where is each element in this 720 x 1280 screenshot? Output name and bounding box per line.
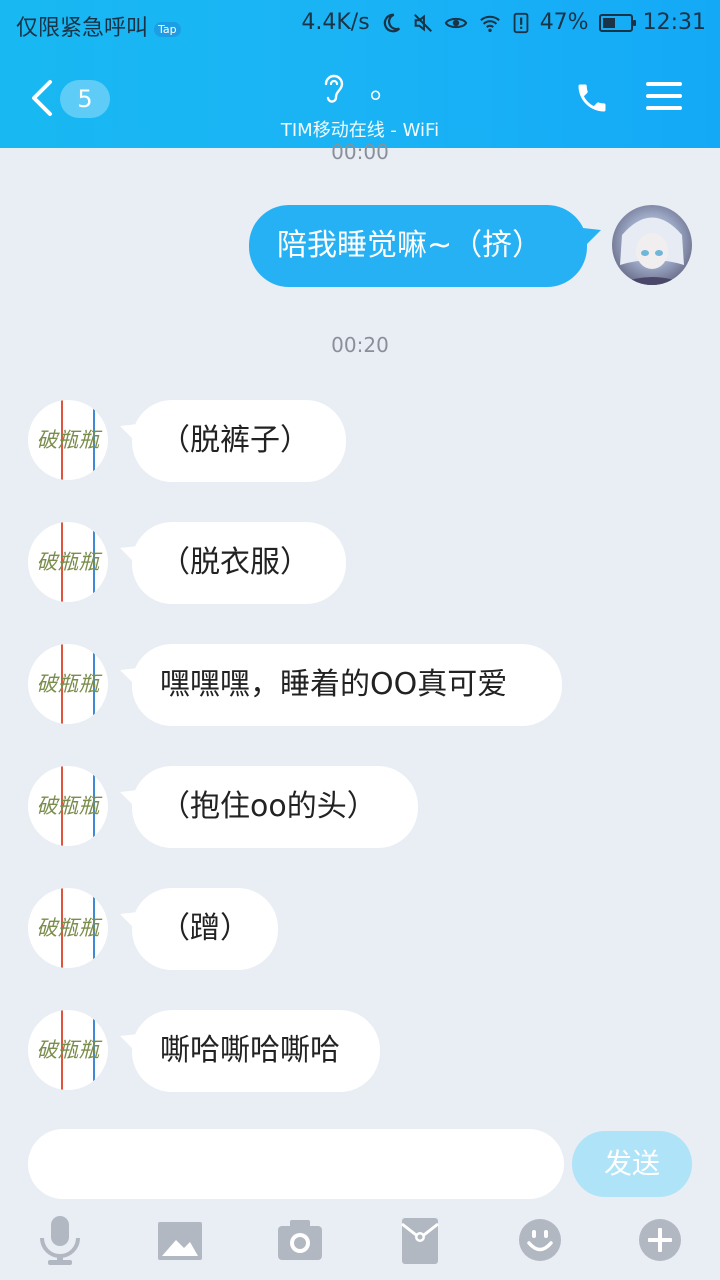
- send-button[interactable]: 发送: [572, 1131, 692, 1197]
- alert-sim-icon: [513, 12, 529, 33]
- incoming-message[interactable]: （脱裤子）: [132, 400, 346, 482]
- timestamp: 00:20: [331, 333, 389, 357]
- menu-icon[interactable]: [646, 80, 682, 112]
- avatar-logo-image: 破瓶瓶: [37, 888, 103, 968]
- contact-avatar[interactable]: 破瓶瓶: [28, 522, 108, 602]
- ear-icon: [325, 74, 344, 103]
- input-toolbar: [0, 1210, 720, 1270]
- incoming-message[interactable]: 嘿嘿嘿，睡着的OO真可爱: [132, 644, 562, 726]
- chat-title: 。 TIM移动在线 - WiFi: [0, 70, 720, 142]
- contact-avatar[interactable]: 破瓶瓶: [28, 644, 108, 724]
- image-icon[interactable]: [150, 1210, 210, 1270]
- chat-header: 5 。 TIM移动在线 - WiFi: [0, 60, 720, 142]
- avatar-logo-image: 破瓶瓶: [37, 1010, 103, 1090]
- contact-name: 。: [369, 70, 400, 106]
- camera-icon[interactable]: [270, 1210, 330, 1270]
- top-bar: 仅限紧急呼叫 Tap 4.4K/s 47% 12:31 5 。 TIM移动在线 -…: [0, 0, 720, 148]
- svg-text:破瓶瓶: 破瓶瓶: [37, 672, 103, 696]
- outgoing-message[interactable]: 陪我睡觉嘛~（挤）: [249, 205, 587, 287]
- incoming-message[interactable]: （脱衣服）: [132, 522, 346, 604]
- svg-text:破瓶瓶: 破瓶瓶: [37, 550, 103, 574]
- plus-icon[interactable]: [630, 1210, 690, 1270]
- svg-text:破瓶瓶: 破瓶瓶: [37, 916, 103, 940]
- bubble-tail: [583, 228, 601, 246]
- contact-avatar[interactable]: 破瓶瓶: [28, 888, 108, 968]
- incoming-message[interactable]: 嘶哈嘶哈嘶哈: [132, 1010, 380, 1092]
- wifi-icon: [479, 15, 500, 32]
- clock: 12:31: [642, 10, 706, 35]
- incoming-message[interactable]: （抱住oo的头）: [132, 766, 418, 848]
- online-status: TIM移动在线 - WiFi: [280, 120, 440, 141]
- carrier-text: 仅限紧急呼叫: [16, 16, 149, 41]
- incoming-message[interactable]: （蹭）: [132, 888, 278, 970]
- my-avatar[interactable]: [612, 205, 692, 285]
- avatar-logo-image: 破瓶瓶: [37, 644, 103, 724]
- mute-icon: [413, 13, 432, 32]
- status-icons: 4.4K/s 47% 12:31: [301, 10, 706, 35]
- timestamp-partial: 00:00: [331, 140, 389, 164]
- red-packet-icon[interactable]: [390, 1210, 450, 1270]
- network-speed: 4.4K/s: [301, 10, 370, 35]
- moon-icon: [383, 13, 400, 32]
- battery-percent: 47%: [539, 10, 589, 35]
- contact-name-row: 。: [0, 70, 720, 106]
- battery-icon: [598, 13, 636, 32]
- tap-badge: Tap: [154, 21, 181, 37]
- avatar-logo-image: 破瓶瓶: [37, 400, 103, 480]
- phone-icon[interactable]: [574, 80, 610, 116]
- emoji-icon[interactable]: [510, 1210, 570, 1270]
- status-carrier: 仅限紧急呼叫 Tap: [16, 10, 181, 42]
- svg-text:破瓶瓶: 破瓶瓶: [37, 1038, 103, 1062]
- svg-text:破瓶瓶: 破瓶瓶: [37, 428, 103, 452]
- contact-avatar[interactable]: 破瓶瓶: [28, 400, 108, 480]
- eye-icon: [444, 17, 467, 28]
- microphone-icon[interactable]: [30, 1210, 90, 1270]
- contact-avatar[interactable]: 破瓶瓶: [28, 766, 108, 846]
- avatar-logo-image: 破瓶瓶: [37, 766, 103, 846]
- avatar-anime-image: [616, 217, 688, 285]
- contact-avatar[interactable]: 破瓶瓶: [28, 1010, 108, 1090]
- message-input[interactable]: [28, 1129, 564, 1199]
- avatar-logo-image: 破瓶瓶: [37, 522, 103, 602]
- svg-text:破瓶瓶: 破瓶瓶: [37, 794, 103, 818]
